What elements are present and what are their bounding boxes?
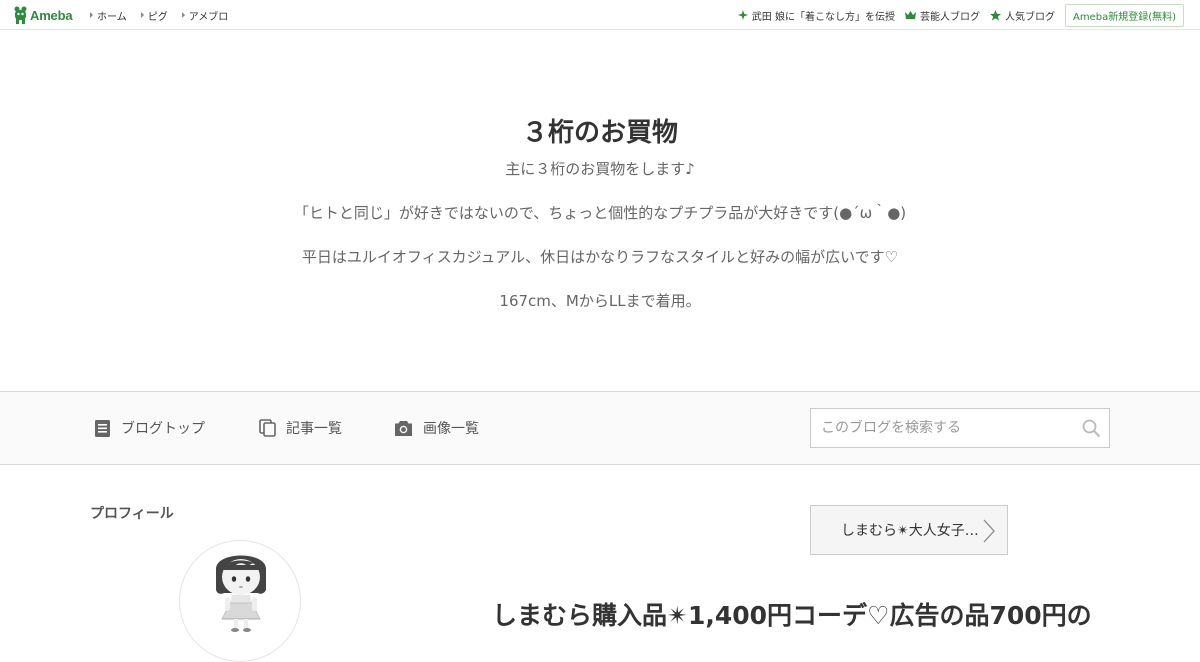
- camera-icon: [395, 420, 412, 436]
- caret-right-icon: [181, 12, 185, 18]
- crown-icon: [904, 10, 916, 19]
- blog-description-line: 主に３桁のお買物をします♪: [505, 160, 695, 178]
- star-icon: [989, 9, 1001, 20]
- nav-pigg-link[interactable]: ピグ: [140, 8, 168, 23]
- ameba-logo-icon: [14, 6, 27, 24]
- blog-title[interactable]: ３桁のお買物: [0, 112, 1200, 149]
- header-links: 武田 娘に「着こなし方」を伝授 芸能人ブログ 人気ブログ Ameba新規登録(無…: [737, 0, 1184, 30]
- blog-description-line: 167cm、MからLLまで着用。: [499, 292, 701, 310]
- global-nav: ホーム ピグ アメブロ: [90, 0, 242, 30]
- article-list-link[interactable]: 記事一覧: [259, 392, 342, 464]
- category-button-label: しまむら✴大人女子…: [841, 523, 979, 539]
- blog-top-label: ブログトップ: [121, 421, 205, 437]
- blog-header: ３桁のお買物 主に３桁のお買物をします♪ 「ヒトと同じ」が好きではないので、ちょ…: [0, 30, 1200, 391]
- sparkle-icon: [737, 10, 748, 20]
- celebrity-blog-label: 芸能人ブログ: [919, 11, 980, 23]
- caret-right-icon: [90, 12, 93, 18]
- nav-ameblo-label: アメブロ: [188, 11, 229, 23]
- nav-home-label: ホーム: [97, 11, 127, 23]
- nav-pigg-label: ピグ: [147, 11, 168, 23]
- featured-link[interactable]: 武田 娘に「着こなし方」を伝授: [737, 8, 895, 23]
- logo-text: Ameba: [30, 8, 73, 23]
- blog-description-line: 平日はユルイオフィスカジュアル、休日はかなりラフなスタイルと好みの幅が広いです♡: [301, 248, 899, 266]
- chevron-right-icon: [983, 519, 995, 543]
- article-list-label: 記事一覧: [286, 421, 342, 437]
- register-button[interactable]: Ameba新規登録(無料): [1064, 3, 1184, 27]
- global-header: Ameba ホーム ピグ アメブロ 武田 娘に「着こなし方」を伝授 芸能人ブログ: [0, 0, 1200, 30]
- image-list-link[interactable]: 画像一覧: [394, 392, 479, 464]
- featured-link-label: 武田 娘に「着こなし方」を伝授: [751, 11, 895, 23]
- document-icon: [95, 419, 110, 437]
- avatar[interactable]: [179, 540, 301, 662]
- celebrity-blog-link[interactable]: 芸能人ブログ: [904, 8, 980, 23]
- popular-blog-label: 人気ブログ: [1004, 11, 1055, 23]
- nav-home-link[interactable]: ホーム: [90, 8, 127, 23]
- blog-nav: ブログトップ 記事一覧 画像一覧: [0, 391, 1200, 465]
- caret-right-icon: [140, 12, 144, 18]
- category-button[interactable]: しまむら✴大人女子…: [810, 505, 1008, 555]
- blog-description-line: 「ヒトと同じ」が好きではないので、ちょっと個性的なプチプラ品が大好きです(●´ω…: [293, 204, 907, 222]
- blog-top-link[interactable]: ブログトップ: [94, 392, 205, 464]
- profile-heading: プロフィール: [90, 506, 174, 522]
- popular-blog-link[interactable]: 人気ブログ: [989, 8, 1055, 23]
- copy-pages-icon: [259, 419, 276, 437]
- search-icon[interactable]: [1082, 419, 1101, 438]
- nav-ameblo-link[interactable]: アメブロ: [181, 8, 229, 23]
- ameba-logo[interactable]: Ameba: [14, 6, 73, 25]
- avatar-image: [216, 555, 266, 632]
- blog-search-box: [810, 408, 1110, 448]
- image-list-label: 画像一覧: [423, 421, 479, 437]
- entry-title[interactable]: しまむら購入品✴1,400円コーデ♡広告の品700円の: [492, 596, 1092, 632]
- blog-search-input[interactable]: [811, 409, 1071, 447]
